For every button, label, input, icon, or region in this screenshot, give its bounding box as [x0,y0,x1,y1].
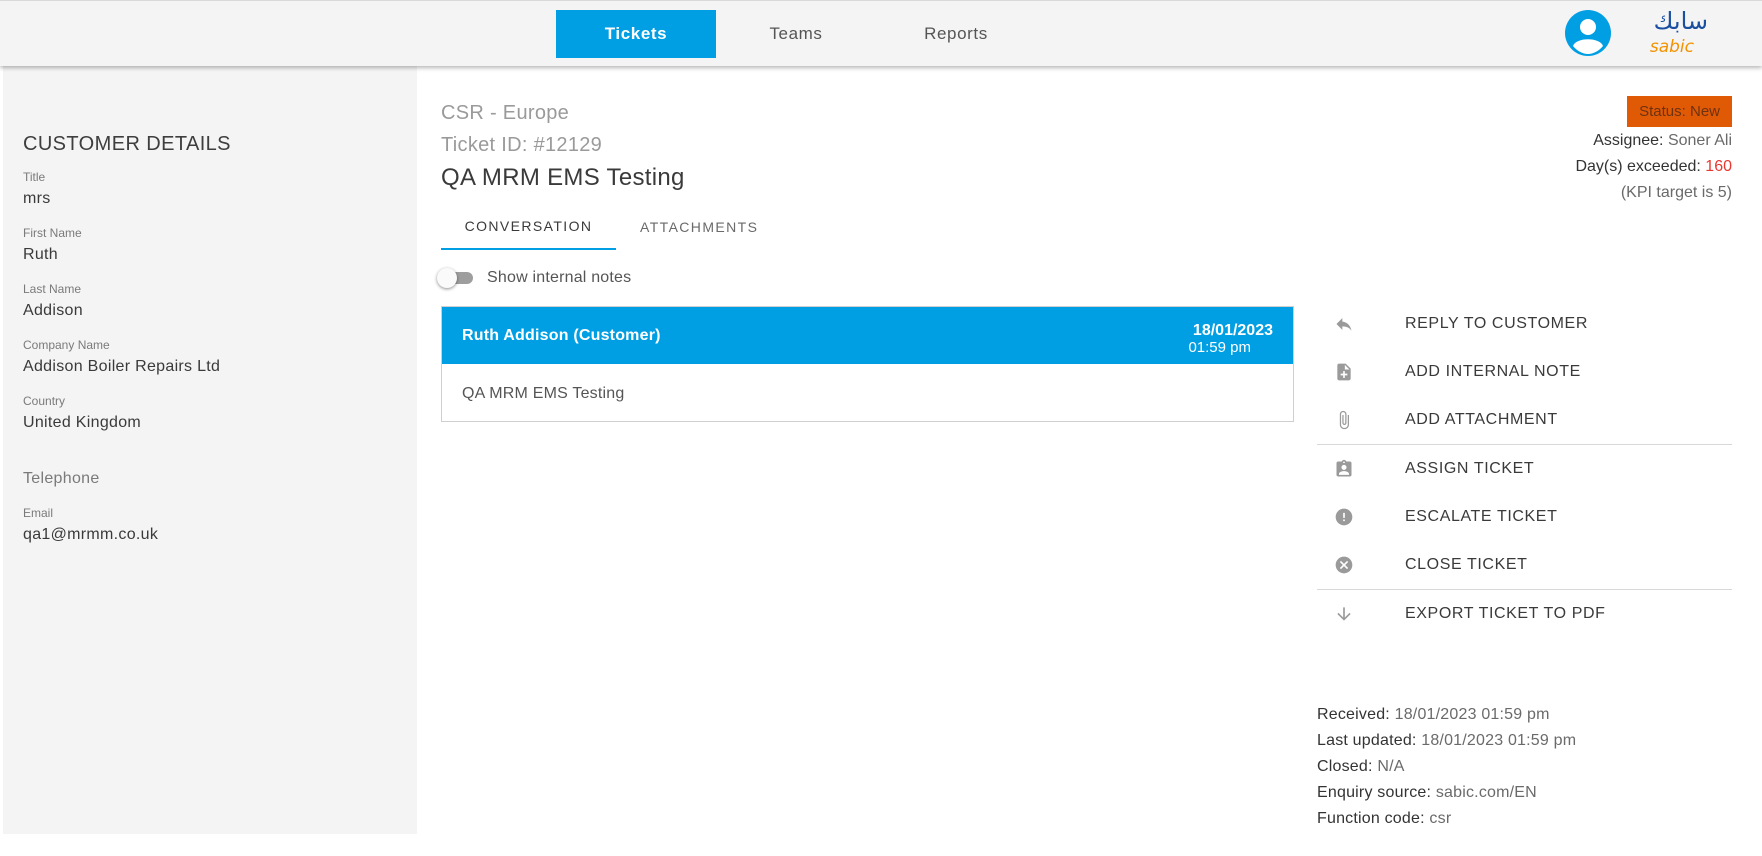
internal-notes-toggle[interactable] [437,268,475,288]
paperclip-icon [1333,409,1355,431]
customer-details-panel: CUSTOMER DETAILS Title mrs First Name Ru… [3,66,417,834]
note-add-icon [1333,361,1355,383]
field-first-name: First Name Ruth [23,226,82,264]
assignee-line: Assignee: Soner Ali [1593,132,1732,150]
arrow-down-icon [1333,603,1355,625]
message-date: 18/01/2023 [1192,322,1273,339]
status-label: Status: [1639,103,1686,120]
queue-name: CSR - Europe [441,102,570,124]
field-country: Country United Kingdom [23,394,141,432]
country-value: United Kingdom [23,414,142,431]
source-value: sabic.com/EN [1435,784,1537,801]
reply-icon [1333,313,1355,335]
assignee-value: Soner Ali [1667,132,1732,149]
conversation-message: Ruth Addison (Customer) 18/01/2023 01:59… [441,306,1294,422]
title-value: mrs [23,190,51,207]
kpi-target: (KPI target is 5) [1620,184,1732,201]
toggle-knob [437,268,457,288]
nav-tab-teams[interactable]: Teams [716,10,876,58]
message-header: Ruth Addison (Customer) 18/01/2023 01:59… [442,307,1293,364]
source-label: Enquiry source: [1317,784,1432,801]
updated-label: Last updated: [1317,732,1417,749]
closed-value: N/A [1377,758,1405,775]
close-ticket-label: CLOSE TICKET [1405,556,1528,573]
message-author: Ruth Addison (Customer) [462,327,661,344]
received-value: 18/01/2023 01:59 pm [1394,706,1550,723]
assignee-label: Assignee: [1593,132,1664,149]
email-label: Email [23,506,54,520]
field-last-name: Last Name Addison [23,282,83,320]
user-avatar-icon[interactable] [1564,9,1612,57]
export-pdf-label: EXPORT TICKET TO PDF [1405,605,1606,622]
reply-label: REPLY TO CUSTOMER [1405,315,1588,332]
nav-tab-reports[interactable]: Reports [876,10,1036,58]
close-ticket-button[interactable]: CLOSE TICKET [1317,541,1732,589]
assign-ticket-button[interactable]: ASSIGN TICKET [1317,445,1732,493]
assign-icon [1333,458,1355,480]
telephone-heading: Telephone [23,470,100,487]
svg-text:سابك: سابك [1654,7,1708,35]
escalate-label: ESCALATE TICKET [1405,508,1558,525]
message-body: QA MRM EMS Testing [462,385,625,402]
field-email: Email qa1@mrmm.co.uk [23,506,158,544]
assign-label: ASSIGN TICKET [1405,460,1535,477]
ticket-subject: QA MRM EMS Testing [441,164,685,191]
customer-details-heading: CUSTOMER DETAILS [23,133,231,155]
first-name-value: Ruth [23,246,58,263]
sabic-logo: سابك sabic [1650,7,1708,57]
close-circle-icon [1333,554,1355,576]
ticket-id: Ticket ID: #12129 [441,134,603,156]
tab-conversation[interactable]: CONVERSATION [441,204,616,250]
company-value: Addison Boiler Repairs Ltd [23,358,221,375]
export-pdf-button[interactable]: EXPORT TICKET TO PDF [1317,590,1732,638]
received-label: Received: [1317,706,1390,723]
add-attachment-label: ADD ATTACHMENT [1405,411,1558,428]
function-line: Function code: csr [1317,810,1451,828]
status-value: New [1689,103,1720,120]
field-company-name: Company Name Addison Boiler Repairs Ltd [23,338,220,376]
exclamation-icon [1333,506,1355,528]
top-bar: Tickets Teams Reports سابك sabic [0,0,1762,66]
function-label: Function code: [1317,810,1425,827]
last-name-label: Last Name [23,282,82,296]
escalate-ticket-button[interactable]: ESCALATE TICKET [1317,493,1732,541]
add-attachment-button[interactable]: ADD ATTACHMENT [1317,396,1732,444]
add-internal-note-button[interactable]: ADD INTERNAL NOTE [1317,348,1732,396]
updated-line: Last updated: 18/01/2023 01:59 pm [1317,732,1576,750]
first-name-label: First Name [23,226,82,240]
message-time: 01:59 pm [1188,339,1251,356]
function-value: csr [1429,810,1452,827]
reply-to-customer-button[interactable]: REPLY TO CUSTOMER [1317,300,1732,348]
status-badge: Status: New [1627,96,1732,127]
company-label: Company Name [23,338,110,352]
days-exceeded-value: 160 [1705,158,1732,175]
field-title: Title mrs [23,170,51,208]
country-label: Country [23,394,66,408]
days-exceeded-label: Day(s) exceeded: [1575,158,1701,175]
received-line: Received: 18/01/2023 01:59 pm [1317,706,1550,724]
main-nav: Tickets Teams Reports [556,10,1036,58]
closed-line: Closed: N/A [1317,758,1405,776]
closed-label: Closed: [1317,758,1373,775]
email-value: qa1@mrmm.co.uk [23,526,159,543]
svg-text:sabic: sabic [1650,37,1695,57]
title-label: Title [23,170,46,184]
add-note-label: ADD INTERNAL NOTE [1405,363,1581,380]
source-line: Enquiry source: sabic.com/EN [1317,784,1537,802]
tab-attachments[interactable]: ATTACHMENTS [640,204,758,250]
updated-value: 18/01/2023 01:59 pm [1421,732,1577,749]
nav-tab-tickets[interactable]: Tickets [556,10,716,58]
internal-notes-label: Show internal notes [487,269,632,286]
days-exceeded-line: Day(s) exceeded: 160 [1575,158,1732,176]
last-name-value: Addison [23,302,83,319]
ticket-actions: REPLY TO CUSTOMER ADD INTERNAL NOTE ADD … [1317,300,1732,638]
